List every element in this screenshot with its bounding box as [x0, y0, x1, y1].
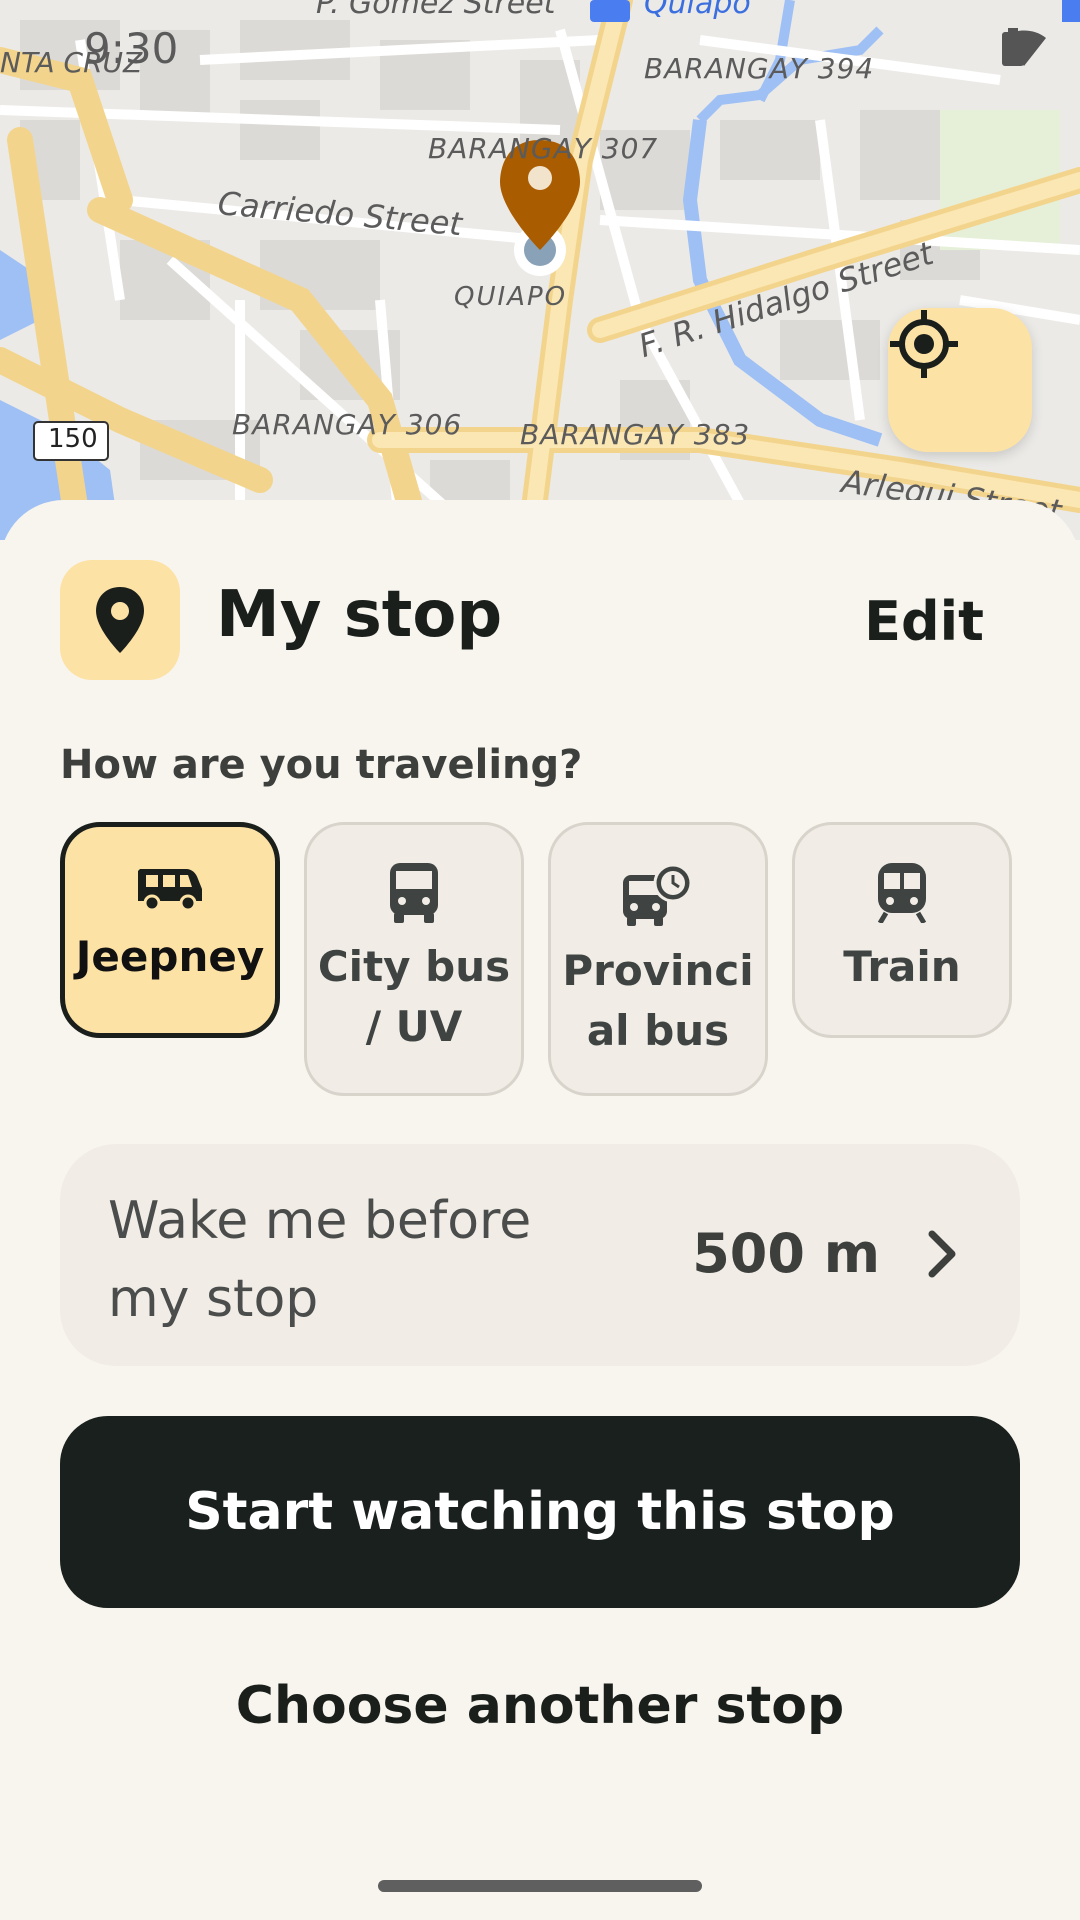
my-location-icon [890, 310, 958, 378]
map-label-gomez: P. Gomez Street [316, 0, 556, 21]
map-view[interactable]: P. Gomez Street Quiapo NTA CRUZ BARANGAY… [0, 0, 1080, 540]
start-watching-button[interactable]: Start watching this stop [60, 1416, 1020, 1608]
battery-icon [1002, 28, 1024, 66]
stop-icon-badge [60, 560, 180, 680]
map-label-brgy394: BARANGAY 394 [644, 52, 875, 85]
mode-label: Train [843, 942, 961, 991]
status-time: 9:30 [84, 24, 179, 73]
wake-distance-row[interactable]: Wake me before my stop 500 m [60, 1144, 1020, 1366]
place-icon [96, 587, 144, 653]
scheduled-bus-icon [623, 863, 693, 926]
edit-button[interactable]: Edit [864, 590, 984, 653]
wake-label: Wake me before my stop [108, 1191, 532, 1329]
bottom-sheet: My stop Edit How are you traveling? Jeep… [0, 500, 1080, 1920]
choose-another-stop-button[interactable]: Choose another stop [60, 1646, 1020, 1766]
mode-city-bus[interactable]: City bus / UV [304, 822, 524, 1096]
sheet-title: My stop [216, 578, 503, 652]
wake-distance-value: 500 m [692, 1222, 880, 1285]
mode-provincial-bus[interactable]: Provincial bus [548, 822, 768, 1096]
map-label-brgy307: BARANGAY 307 [428, 132, 659, 165]
bus-stop-icon [590, 0, 630, 22]
map-label-quiapo: QUIAPO [454, 282, 568, 312]
mode-label: Jeepney [75, 932, 265, 981]
chevron-right-icon [928, 1230, 956, 1278]
bus-icon [390, 863, 438, 923]
map-label-brgy383: BARANGAY 383 [520, 418, 751, 451]
map-label-brgy306: BARANGAY 306 [232, 408, 463, 441]
gesture-nav-bar[interactable] [378, 1880, 702, 1892]
jeepney-icon [138, 869, 202, 912]
map-label-quiapo-poi: Quiapo [644, 0, 751, 21]
mode-train[interactable]: Train [792, 822, 1012, 1038]
mode-jeepney[interactable]: Jeepney [60, 822, 280, 1038]
train-icon [877, 863, 927, 923]
road-shield-label: 150 [48, 424, 98, 454]
mode-label: City bus / UV [317, 942, 511, 1051]
travel-mode-question: How are you traveling? [60, 742, 583, 788]
mode-label: Provincial bus [562, 946, 754, 1055]
my-location-button[interactable] [888, 308, 1032, 452]
travel-mode-selector: Jeepney City bus / UV Provincial bus Tra… [60, 822, 1012, 1096]
